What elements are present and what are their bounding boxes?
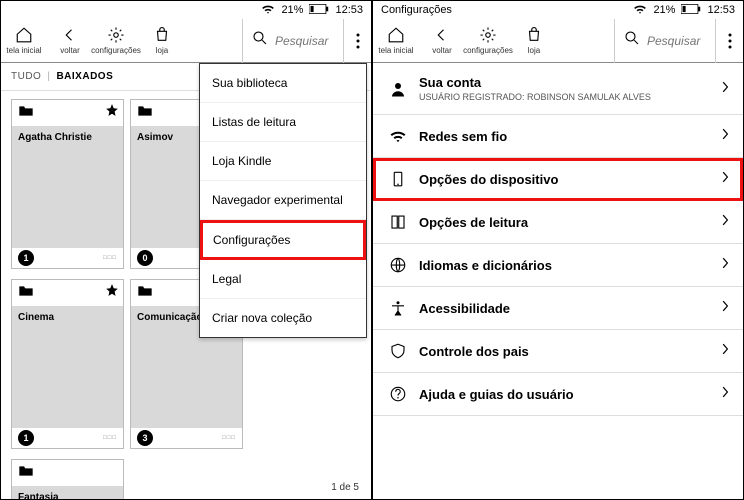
collection-card[interactable]: Fantasia 2 □□□ [11,459,124,500]
settings-item[interactable]: Controle dos pais [373,330,743,373]
help-icon [387,385,409,403]
collection-card[interactable]: Cinema 1 □□□ [11,279,124,449]
tab-all[interactable]: TUDO [11,71,41,82]
overflow-menu-button[interactable] [715,19,743,63]
battery-text: 21% [281,4,303,16]
device-icon [387,170,409,188]
settings-item[interactable]: Idiomas e dicionários [373,244,743,287]
settings-item[interactable]: Redes sem fio [373,115,743,158]
chevron-right-icon [721,342,729,360]
card-menu-icon[interactable]: □□□ [103,435,117,441]
search-box[interactable] [242,19,343,63]
folder-icon [18,464,34,482]
folder-icon [18,104,34,122]
star-icon [105,103,119,122]
chevron-right-icon [721,299,729,317]
library-screen: 21% 12:53 tela inicial voltar configuraç… [0,0,372,500]
wifi-icon [261,2,275,19]
shield-icon [387,342,409,360]
settings-item-title: Redes sem fio [419,129,711,144]
settings-item-title: Opções de leitura [419,215,711,230]
dropdown-item[interactable]: Legal [200,260,366,299]
wifi-icon [633,2,647,19]
folder-icon [18,284,34,302]
globe-icon [387,256,409,274]
settings-item[interactable]: Ajuda e guias do usuário [373,373,743,416]
battery-icon [681,4,701,17]
collection-card[interactable]: Agatha Christie 1 □□□ [11,99,124,269]
settings-screen: Configurações 21% 12:53 tela inicial vol… [372,0,744,500]
access-icon [387,299,409,317]
settings-item[interactable]: Opções do dispositivo [373,158,743,201]
dropdown-item[interactable]: Criar nova coleção [200,299,366,337]
chevron-right-icon [721,385,729,403]
search-icon [623,29,641,52]
collection-title: Agatha Christie [12,126,123,154]
settings-item[interactable]: Acessibilidade [373,287,743,330]
folder-icon [137,104,153,122]
home-button[interactable]: tela inicial [1,19,47,63]
status-bar: Configurações 21% 12:53 [373,1,743,19]
star-icon [105,283,119,302]
toolbar: tela inicial voltar configurações loja [1,19,371,63]
dropdown-item[interactable]: Listas de leitura [200,103,366,142]
search-input[interactable] [275,34,335,48]
settings-item-title: Opções do dispositivo [419,172,711,187]
overflow-menu-button[interactable] [343,19,371,63]
search-box[interactable] [614,19,715,63]
collection-title: Cinema [12,306,123,334]
chevron-right-icon [721,256,729,274]
chevron-right-icon [721,127,729,145]
back-button[interactable]: voltar [419,19,465,63]
count-badge: 1 [18,430,34,446]
settings-button[interactable]: configurações [465,19,511,63]
clock: 12:53 [707,4,735,16]
settings-item-title: Idiomas e dicionários [419,258,711,273]
toolbar: tela inicial voltar configurações loja [373,19,743,63]
status-bar: 21% 12:53 [1,1,371,19]
settings-button[interactable]: configurações [93,19,139,63]
dropdown-item[interactable]: Loja Kindle [200,142,366,181]
overflow-dropdown: Sua bibliotecaListas de leituraLoja Kind… [199,63,367,338]
battery-icon [309,4,329,17]
settings-item-title: Controle dos pais [419,344,711,359]
settings-item-subtitle: USUÁRIO REGISTRADO: ROBINSON SAMULAK ALV… [419,92,711,102]
book-icon [387,213,409,231]
clock: 12:53 [335,4,363,16]
dropdown-item[interactable]: Sua biblioteca [200,64,366,103]
store-button[interactable]: loja [511,19,557,63]
page-title: Configurações [381,4,452,16]
chevron-right-icon [721,80,729,98]
count-badge: 3 [137,430,153,446]
settings-item-title: Acessibilidade [419,301,711,316]
battery-text: 21% [653,4,675,16]
wifi-icon [387,127,409,145]
back-button[interactable]: voltar [47,19,93,63]
person-icon [387,80,409,98]
store-button[interactable]: loja [139,19,185,63]
card-menu-icon[interactable]: □□□ [103,255,117,261]
chevron-right-icon [721,213,729,231]
collection-title: Fantasia [12,486,123,500]
dropdown-item[interactable]: Navegador experimental [200,181,366,220]
count-badge: 1 [18,250,34,266]
count-badge: 0 [137,250,153,266]
chevron-right-icon [721,170,729,188]
settings-item[interactable]: Sua conta USUÁRIO REGISTRADO: ROBINSON S… [373,63,743,115]
settings-item[interactable]: Opções de leitura [373,201,743,244]
folder-icon [137,284,153,302]
settings-item-title: Ajuda e guias do usuário [419,387,711,402]
dropdown-item[interactable]: Configurações [200,220,366,260]
home-button[interactable]: tela inicial [373,19,419,63]
settings-item-title: Sua conta [419,75,711,90]
tab-downloaded[interactable]: BAIXADOS [56,71,113,82]
card-menu-icon[interactable]: □□□ [222,435,236,441]
pager: 1 de 5 [331,482,359,493]
search-input[interactable] [647,34,707,48]
settings-list: Sua conta USUÁRIO REGISTRADO: ROBINSON S… [373,63,743,416]
search-icon [251,29,269,52]
